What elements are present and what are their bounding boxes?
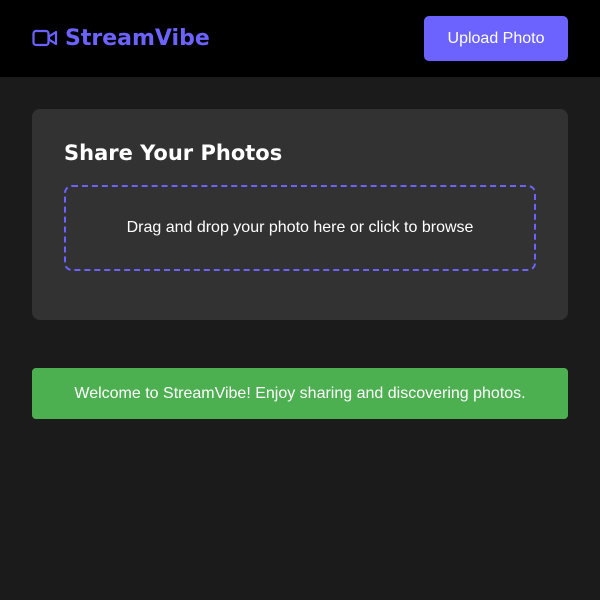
welcome-banner: Welcome to StreamVibe! Enjoy sharing and… <box>32 368 568 419</box>
brand-name: StreamVibe <box>65 25 210 51</box>
welcome-message: Welcome to StreamVibe! Enjoy sharing and… <box>74 384 526 402</box>
photo-dropzone[interactable]: Drag and drop your photo here or click t… <box>64 185 536 271</box>
app-header: StreamVibe Upload Photo <box>0 0 600 77</box>
upload-card-title: Share Your Photos <box>64 141 283 165</box>
upload-card: Share Your Photos Drag and drop your pho… <box>32 109 568 320</box>
video-camera-icon <box>32 28 58 48</box>
brand-logo[interactable]: StreamVibe <box>32 22 210 54</box>
upload-photo-button[interactable]: Upload Photo <box>424 16 568 61</box>
dropzone-text: Drag and drop your photo here or click t… <box>126 219 474 236</box>
